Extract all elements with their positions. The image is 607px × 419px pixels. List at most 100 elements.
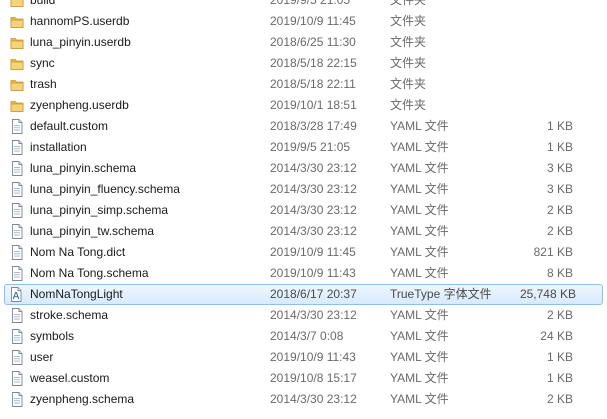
file-icon [10,329,24,344]
file-name: default.custom [30,119,109,133]
file-icon [10,203,24,218]
file-date-modified: 2014/3/7 0:08 [270,329,344,343]
file-row[interactable]: Nom Na Tong.schema 2019/10/9 11:43 YAML … [0,263,607,284]
file-type: YAML 文件 [390,182,449,196]
file-name: zyenpheng.schema [30,392,135,406]
file-size: 3 KB [546,182,573,196]
file-icon [10,182,24,197]
file-name: luna_pinyin_tw.schema [30,224,155,238]
file-icon [10,119,24,134]
font-file-icon [9,287,23,302]
file-date-modified: 2019/10/1 18:51 [270,98,357,112]
file-icon [10,140,24,155]
file-row[interactable]: build 2019/9/5 21:05 文件夹 [0,0,607,11]
file-name: luna_pinyin_fluency.schema [30,182,180,196]
folder-icon [10,14,24,29]
file-size: 24 KB [540,329,573,343]
file-date-modified: 2014/3/30 23:12 [270,392,357,406]
file-date-modified: 2019/9/5 21:05 [270,140,351,154]
file-icon [10,224,24,239]
file-type: YAML 文件 [390,371,449,385]
file-type: YAML 文件 [390,224,449,238]
file-type: YAML 文件 [390,308,449,322]
file-date-modified: 2018/3/28 17:49 [270,119,357,133]
file-type: YAML 文件 [390,350,449,364]
file-type: YAML 文件 [390,140,449,154]
file-name: Nom Na Tong.schema [30,266,149,280]
file-row[interactable]: trash 2018/5/18 22:11 文件夹 [0,74,607,95]
file-row[interactable]: hannomPS.userdb 2019/10/9 11:45 文件夹 [0,11,607,32]
file-size: 2 KB [546,308,573,322]
file-row[interactable]: luna_pinyin.schema 2014/3/30 23:12 YAML … [0,158,607,179]
file-date-modified: 2019/10/8 15:17 [270,371,357,385]
file-size: 25,748 KB [519,287,576,301]
file-row[interactable]: luna_pinyin_simp.schema 2014/3/30 23:12 … [0,200,607,221]
file-type: TrueType 字体文件 [390,287,492,301]
file-type: 文件夹 [390,14,427,28]
file-name: stroke.schema [30,308,109,322]
file-row[interactable]: zyenpheng.schema 2014/3/30 23:12 YAML 文件… [0,389,607,410]
file-name: zyenpheng.userdb [30,98,129,112]
file-size: 1 KB [546,140,573,154]
file-type: YAML 文件 [390,119,449,133]
file-date-modified: 2018/5/18 22:11 [270,77,356,91]
file-row[interactable]: weasel.custom 2019/10/8 15:17 YAML 文件 1 … [0,368,607,389]
file-size: 2 KB [546,203,573,217]
file-date-modified: 2014/3/30 23:12 [270,161,357,175]
folder-icon [10,0,24,8]
file-name: installation [30,140,87,154]
file-type: 文件夹 [390,98,427,112]
file-row[interactable]: stroke.schema 2014/3/30 23:12 YAML 文件 2 … [0,305,607,326]
folder-icon [10,77,24,92]
file-size: 8 KB [546,266,573,280]
file-size: 821 KB [533,245,573,259]
file-date-modified: 2018/5/18 22:15 [270,56,357,70]
file-row[interactable]: symbols 2014/3/7 0:08 YAML 文件 24 KB [0,326,607,347]
file-type: YAML 文件 [390,161,449,175]
file-row[interactable]: luna_pinyin_fluency.schema 2014/3/30 23:… [0,179,607,200]
file-type: 文件夹 [390,0,427,7]
file-row[interactable]: luna_pinyin_tw.schema 2014/3/30 23:12 YA… [0,221,607,242]
file-type: YAML 文件 [390,203,449,217]
file-size: 1 KB [546,350,573,364]
file-list: build 2019/9/5 21:05 文件夹 hannomPS.userdb… [0,0,607,410]
file-date-modified: 2019/10/9 11:43 [270,266,356,280]
file-type: YAML 文件 [390,266,449,280]
file-size: 1 KB [546,119,573,133]
folder-icon [10,35,24,50]
folder-icon [10,98,24,113]
file-row[interactable]: installation 2019/9/5 21:05 YAML 文件 1 KB [0,137,607,158]
file-date-modified: 2014/3/30 23:12 [270,182,357,196]
file-date-modified: 2018/6/17 20:37 [270,287,357,301]
file-date-modified: 2014/3/30 23:12 [270,224,357,238]
file-row[interactable]: zyenpheng.userdb 2019/10/1 18:51 文件夹 [0,95,607,116]
file-icon [10,308,24,323]
file-name: trash [30,77,57,91]
file-icon [10,266,24,281]
folder-icon [10,56,24,71]
file-type: 文件夹 [390,77,427,91]
file-date-modified: 2014/3/30 23:12 [270,203,357,217]
file-icon [10,371,24,386]
file-name: NomNaTongLight [30,287,123,301]
file-icon [10,350,24,365]
file-row[interactable]: sync 2018/5/18 22:15 文件夹 [0,53,607,74]
file-name: hannomPS.userdb [30,14,130,28]
file-date-modified: 2019/9/5 21:05 [270,0,351,7]
file-size: 3 KB [546,161,573,175]
file-name: build [30,0,56,7]
file-type: 文件夹 [390,56,427,70]
file-row[interactable]: default.custom 2018/3/28 17:49 YAML 文件 1… [0,116,607,137]
file-date-modified: 2018/6/25 11:30 [270,35,356,49]
file-row-selected[interactable]: NomNaTongLight 2018/6/17 20:37 TrueType … [4,284,603,305]
file-name: luna_pinyin.schema [30,161,137,175]
file-row[interactable]: luna_pinyin.userdb 2018/6/25 11:30 文件夹 [0,32,607,53]
file-type: YAML 文件 [390,329,449,343]
file-row[interactable]: user 2019/10/9 11:43 YAML 文件 1 KB [0,347,607,368]
file-name: user [30,350,54,364]
file-name: sync [30,56,55,70]
file-type: YAML 文件 [390,245,449,259]
file-date-modified: 2014/3/30 23:12 [270,308,357,322]
file-row[interactable]: Nom Na Tong.dict 2019/10/9 11:45 YAML 文件… [0,242,607,263]
file-type: YAML 文件 [390,392,449,406]
